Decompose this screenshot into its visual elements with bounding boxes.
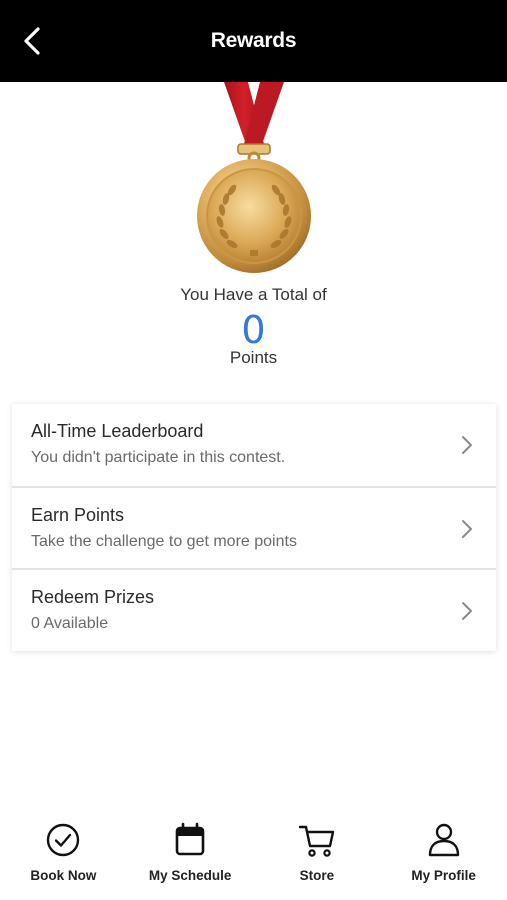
redeem-prizes-row[interactable]: Redeem Prizes 0 Available: [12, 568, 496, 650]
nav-label: My Profile: [411, 868, 476, 883]
nav-book-now[interactable]: Book Now: [0, 808, 127, 900]
back-button[interactable]: [14, 22, 50, 60]
gold-medal-icon: [197, 82, 311, 273]
bottom-navigation: Book Now My Schedule Store My Profile: [0, 808, 507, 900]
chevron-right-icon: [462, 602, 472, 620]
medal-section: [0, 82, 507, 280]
nav-my-profile[interactable]: My Profile: [380, 808, 507, 900]
chevron-right-icon: [462, 520, 472, 538]
row-title: Redeem Prizes: [31, 587, 155, 607]
calendar-icon: [175, 822, 205, 856]
nav-store[interactable]: Store: [254, 808, 381, 900]
nav-label: Store: [299, 868, 335, 883]
cart-icon: [298, 825, 335, 857]
rewards-menu-card: All-Time Leaderboard You didn't particip…: [12, 404, 496, 651]
earn-points-row[interactable]: Earn Points Take the challenge to get mo…: [12, 486, 496, 568]
row-subtitle: Take the challenge to get more points: [31, 533, 297, 550]
person-icon: [428, 823, 459, 857]
points-total-label: You Have a Total of: [180, 285, 327, 304]
row-subtitle: 0 Available: [31, 615, 109, 632]
points-value: 0: [241, 308, 266, 352]
chevron-right-icon: [462, 436, 472, 454]
page-title: Rewards: [210, 29, 297, 52]
check-circle-icon: [47, 823, 80, 857]
leaderboard-row[interactable]: All-Time Leaderboard You didn't particip…: [12, 404, 496, 486]
points-unit-label: Points: [229, 348, 278, 367]
row-subtitle: You didn't participate in this contest.: [31, 449, 286, 466]
chevron-left-icon: [24, 27, 40, 55]
nav-label: Book Now: [30, 868, 97, 883]
rewards-screen: Rewards You Have a Total of 0 Points All…: [0, 0, 507, 900]
nav-my-schedule[interactable]: My Schedule: [127, 808, 254, 900]
row-title: All-Time Leaderboard: [31, 421, 204, 441]
row-title: Earn Points: [31, 505, 125, 525]
app-header: Rewards: [0, 0, 507, 82]
nav-label: My Schedule: [148, 868, 232, 883]
